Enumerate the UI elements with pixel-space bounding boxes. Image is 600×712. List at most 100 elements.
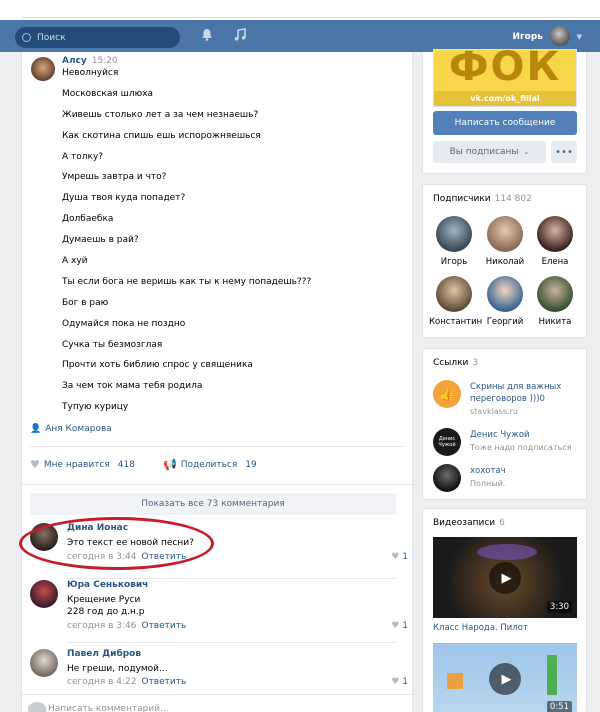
comment-input[interactable]: Написать комментарий... — [48, 704, 169, 712]
like-button[interactable]: ♥ Мне нравится 418 — [30, 458, 135, 471]
videos-title[interactable]: Видеозаписи 6 — [433, 518, 505, 528]
comment-author[interactable]: Павел Дибров — [67, 649, 141, 659]
subscriber-item[interactable]: Константин — [429, 276, 482, 327]
play-icon[interactable]: ▶ — [489, 663, 521, 695]
divider — [67, 578, 396, 579]
post-text-line: Московская шлюха — [62, 88, 154, 99]
comment-item: Павел Дибров Не греши, подумой... сегодн… — [30, 649, 408, 699]
avatar — [436, 276, 472, 312]
search-placeholder: Поиск — [37, 32, 66, 43]
comment-like-button[interactable]: ♥ 1 — [391, 621, 408, 631]
chevron-down-icon: ⌄ — [523, 148, 530, 156]
post-actions: ♥ Мне нравится 418 📢 Поделиться 19 — [30, 458, 257, 471]
show-all-comments-button[interactable]: Показать все 73 комментария — [30, 493, 396, 515]
heart-icon: ♥ — [391, 621, 400, 631]
subscriber-item[interactable]: Елена — [530, 216, 580, 267]
comment-author[interactable]: Юра Сенькович — [67, 580, 148, 590]
write-message-button[interactable]: Написать сообщение — [433, 111, 577, 135]
browser-strip — [0, 0, 600, 20]
link-avatar — [433, 464, 461, 492]
links-card: Ссылки 3 👍 Скрины для важных переговоров … — [422, 348, 587, 500]
avatar — [487, 276, 523, 312]
subscribed-button[interactable]: Вы подписаны ⌄ — [433, 141, 546, 163]
comment-avatar[interactable] — [30, 649, 58, 677]
community-logo[interactable]: ФОК vk.com/ok_filial — [433, 47, 577, 107]
post-text-line: Ты если бога не веришь как ты к нему поп… — [62, 276, 312, 287]
comment-text: Не греши, подумой... — [67, 664, 168, 674]
post-text-line: Одумайся пока не поздно — [62, 318, 186, 329]
likes-count: 418 — [117, 459, 135, 470]
post-author-name[interactable]: Алсу 15:20 — [62, 56, 118, 66]
avatar — [537, 216, 573, 252]
link-item[interactable]: хохотач Полный. — [433, 464, 583, 504]
video-title[interactable]: Класс Народа. Пилот — [433, 623, 528, 633]
post-text-line: Думаешь в рай? — [62, 235, 139, 246]
bell-icon[interactable] — [201, 28, 213, 45]
play-icon[interactable]: ▶ — [489, 562, 521, 594]
video-thumbnail[interactable]: ▶ 0:51 — [433, 643, 577, 712]
post-text-line: Неволнуйся — [62, 68, 119, 78]
divider — [67, 642, 396, 643]
video-duration: 3:30 — [546, 601, 572, 613]
share-count: 19 — [245, 459, 257, 470]
post-text-line: Долбаебка — [62, 214, 114, 225]
reply-button[interactable]: Ответить — [141, 677, 186, 687]
subscriber-item[interactable]: Николай — [480, 216, 530, 267]
heart-icon: ♥ — [30, 458, 40, 471]
post-text-line: Сучка ты безмозглая — [62, 339, 163, 350]
comment-avatar[interactable] — [30, 580, 58, 608]
heart-icon: ♥ — [391, 552, 400, 562]
chevron-down-icon[interactable]: ▼ — [577, 33, 582, 41]
comment-meta: сегодня в 3:46 Ответить — [67, 621, 186, 631]
search-icon — [22, 33, 31, 42]
post-text: Неволнуйся Московская шлюха Живешь столько… — [62, 67, 311, 422]
subscriber-item[interactable]: Никита — [530, 276, 580, 327]
comment-time[interactable]: сегодня в 4:22 — [67, 677, 136, 687]
post-text-line: Прочти хоть библию спрос у священика — [62, 360, 253, 371]
divider — [30, 446, 404, 447]
video-thumbnail[interactable]: ▶ 3:30 — [433, 537, 577, 618]
video-art — [477, 544, 537, 560]
share-button[interactable]: 📢 Поделиться 19 — [163, 458, 257, 471]
subscribers-card: Подписчики 114 802 Игорь Николай Елена Ко… — [422, 184, 587, 338]
video-art — [547, 655, 557, 695]
music-icon[interactable] — [234, 28, 246, 45]
wall-post-column: Алсу 15:20 Неволнуйся Московская шлюха Живе… — [21, 52, 413, 712]
post-time: 15:20 — [91, 56, 118, 66]
user-avatar[interactable] — [550, 26, 570, 46]
comment-meta: сегодня в 4:22 Ответить — [67, 677, 186, 687]
post-text-line: Бог в раю — [62, 297, 109, 308]
avatar — [436, 216, 472, 252]
subscriber-item[interactable]: Игорь — [429, 216, 479, 267]
post-text-line: Живешь столько лет а за чем незнаешь? — [62, 109, 259, 120]
video-duration: 0:51 — [546, 701, 572, 712]
comment-time[interactable]: сегодня в 3:46 — [67, 621, 136, 631]
divider — [22, 694, 412, 695]
comment-item: Юра Сенькович Крещение Руси 228 год до д.… — [30, 580, 408, 643]
post-text-line: Умрешь завтра и что? — [62, 172, 167, 183]
link-item[interactable]: Денис Чужой Денис Чужой Тоже надо подпис… — [433, 428, 583, 468]
subscribers-title[interactable]: Подписчики 114 802 — [433, 194, 532, 204]
link-avatar: Денис Чужой — [433, 428, 461, 456]
mention-link[interactable]: 👤 Аня Комарова — [30, 424, 112, 434]
more-button[interactable]: ••• — [551, 141, 577, 163]
reply-button[interactable]: Ответить — [141, 621, 186, 631]
links-title[interactable]: Ссылки 3 — [433, 358, 478, 368]
post-author-avatar[interactable] — [31, 57, 55, 81]
community-card: ФОК vk.com/ok_filial Написать сообщение … — [422, 47, 587, 174]
video-art — [447, 673, 463, 689]
thumbs-up-icon: 👍 — [433, 380, 461, 408]
user-icon: 👤 — [30, 424, 42, 434]
avatar — [487, 216, 523, 252]
search-input[interactable]: Поиск — [15, 27, 180, 48]
subscriber-item[interactable]: Георгий — [480, 276, 530, 327]
comment-like-button[interactable]: ♥ 1 — [391, 552, 408, 562]
comment-like-button[interactable]: ♥ 1 — [391, 677, 408, 687]
post-text-line: А хуй — [62, 256, 88, 267]
avatar — [537, 276, 573, 312]
post-text-line: Тупую курицу — [62, 402, 129, 413]
user-name[interactable]: Игорь — [512, 32, 543, 42]
link-item[interactable]: 👍 Скрины для важных переговоров )))0 sta… — [433, 380, 583, 420]
highlight-oval — [19, 517, 214, 570]
post-text-line: Как скотина спишь ешь испорожняешься — [62, 130, 261, 141]
